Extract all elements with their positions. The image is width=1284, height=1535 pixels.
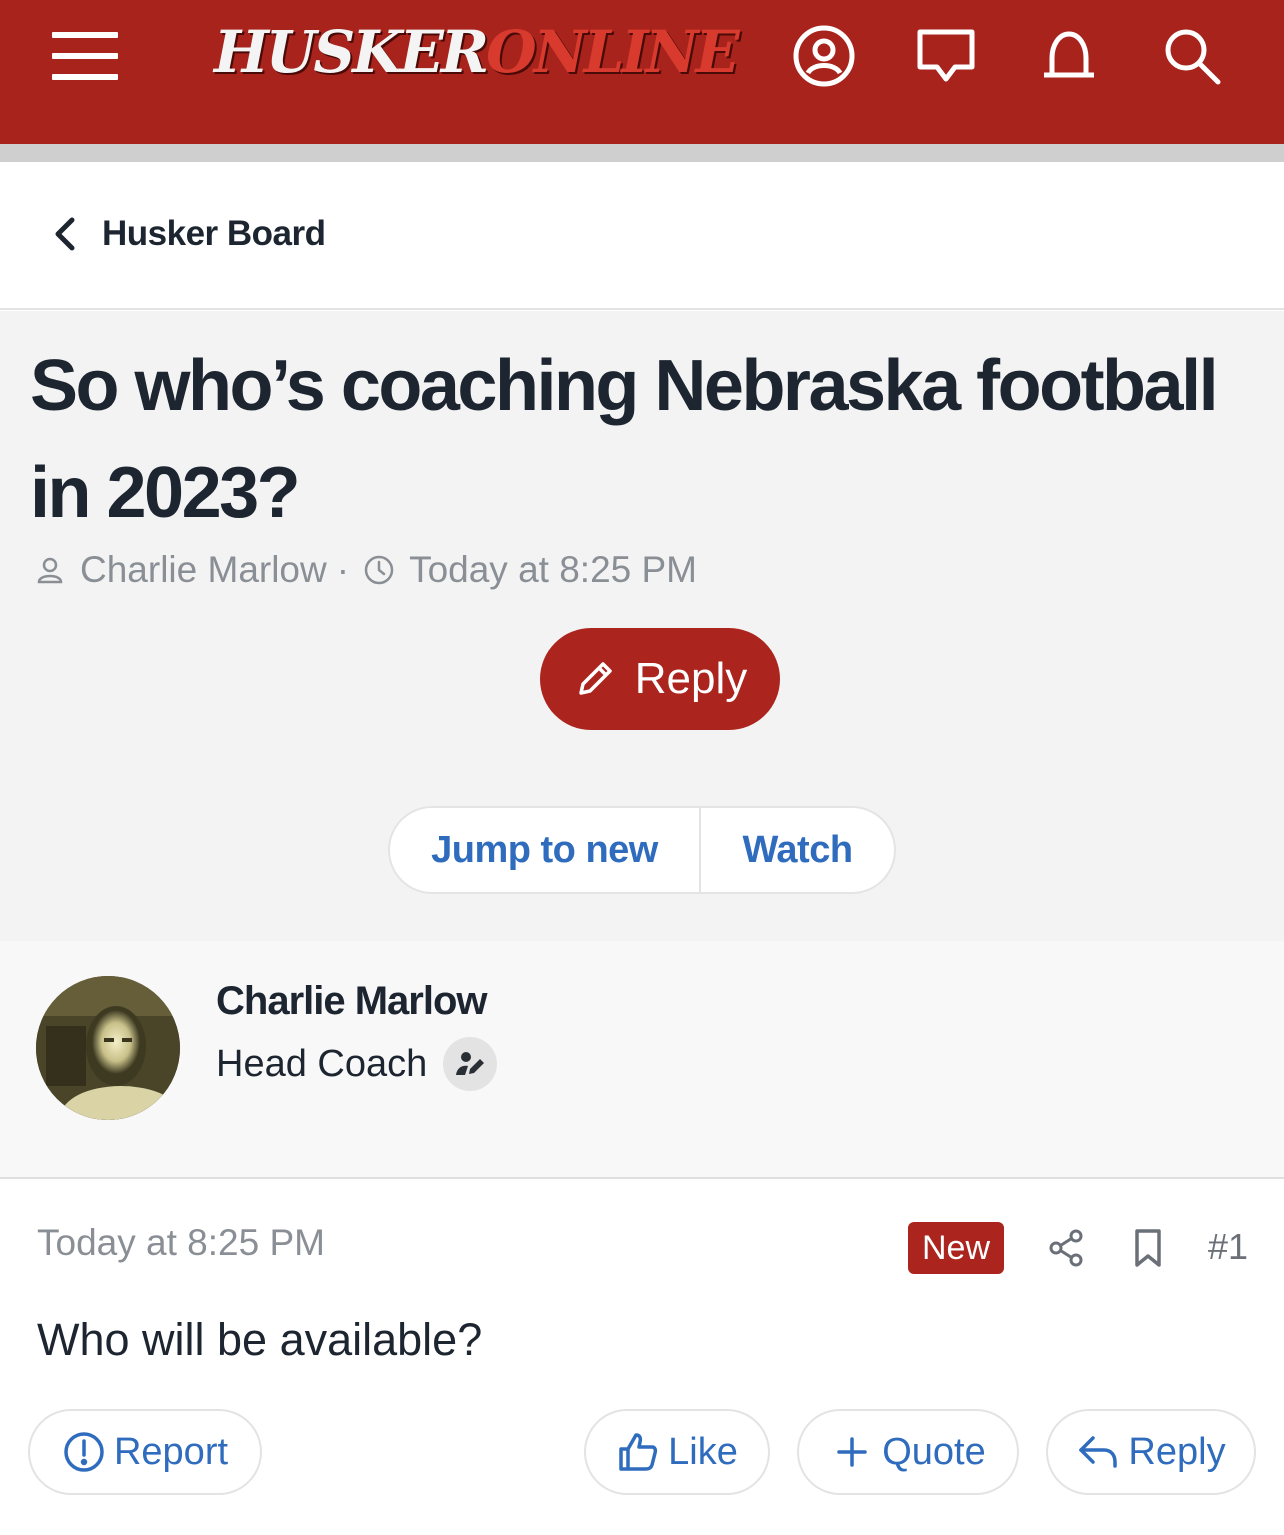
search-icon[interactable]	[1156, 20, 1228, 92]
author-role-label: Head Coach	[216, 1042, 428, 1085]
alert-circle-icon	[64, 1432, 104, 1472]
thread-reply-button[interactable]: Reply	[540, 628, 780, 730]
quote-button[interactable]: Quote	[797, 1409, 1019, 1495]
post-number[interactable]: #1	[1208, 1226, 1248, 1268]
jump-to-new-button[interactable]: Jump to new	[390, 808, 701, 892]
like-label: Like	[668, 1430, 738, 1473]
bell-icon[interactable]	[1033, 20, 1105, 92]
thread-author[interactable]: Charlie Marlow	[80, 549, 327, 591]
watch-button[interactable]: Watch	[701, 808, 894, 892]
thread-title: So who’s coaching Nebraska football in 2…	[30, 346, 1219, 533]
avatar[interactable]	[36, 976, 180, 1120]
breadcrumb-label[interactable]: Husker Board	[102, 214, 326, 254]
thread-reply-label: Reply	[634, 654, 748, 703]
report-label: Report	[113, 1430, 229, 1473]
header-divider	[0, 144, 1284, 162]
new-badge: New	[908, 1222, 1004, 1274]
plus-icon	[837, 1437, 867, 1467]
account-icon[interactable]	[788, 20, 860, 92]
site-header: HUSKER ONLINE	[0, 0, 1284, 144]
menu-icon[interactable]	[52, 30, 120, 82]
reply-button[interactable]: Reply	[1046, 1409, 1256, 1495]
post-timestamp[interactable]: Today at 8:25 PM	[37, 1222, 325, 1264]
thumbs-up-icon	[619, 1433, 658, 1471]
logo-husker: HUSKER	[214, 18, 489, 86]
author-role: Head Coach	[216, 1037, 498, 1091]
author-name[interactable]: Charlie Marlow	[216, 979, 488, 1024]
post: Today at 8:25 PM New #1 Who will be avai…	[0, 1180, 1284, 1535]
user-icon	[37, 557, 63, 584]
breadcrumb: Husker Board	[0, 162, 1284, 310]
thread-timestamp[interactable]: Today at 8:25 PM	[409, 549, 697, 591]
back-link[interactable]: Husker Board	[50, 214, 326, 254]
post-author: Charlie Marlow Head Coach	[0, 941, 1284, 1179]
quote-label: Quote	[882, 1430, 986, 1473]
logo-online: ONLINE	[486, 18, 740, 86]
pencil-icon	[579, 662, 612, 695]
thread-header: So who’s coaching Nebraska football in 2…	[0, 311, 1284, 941]
like-button[interactable]: Like	[584, 1409, 770, 1495]
bookmark-icon[interactable]	[1128, 1226, 1168, 1270]
user-edit-icon	[443, 1037, 498, 1091]
chat-icon[interactable]	[910, 20, 982, 92]
share-icon[interactable]	[1044, 1226, 1088, 1270]
thread-actions: Jump to new Watch	[388, 806, 896, 894]
reply-arrow-icon	[1079, 1436, 1118, 1468]
post-body: Who will be available?	[37, 1314, 483, 1365]
report-button[interactable]: Report	[28, 1409, 262, 1495]
clock-icon	[364, 555, 394, 585]
chevron-left-icon	[55, 217, 75, 251]
thread-meta: Charlie Marlow · Today at 8:25 PM	[34, 549, 697, 591]
site-logo[interactable]: HUSKER ONLINE	[214, 18, 740, 88]
meta-separator: ·	[336, 549, 350, 590]
reply-label: Reply	[1128, 1430, 1226, 1473]
